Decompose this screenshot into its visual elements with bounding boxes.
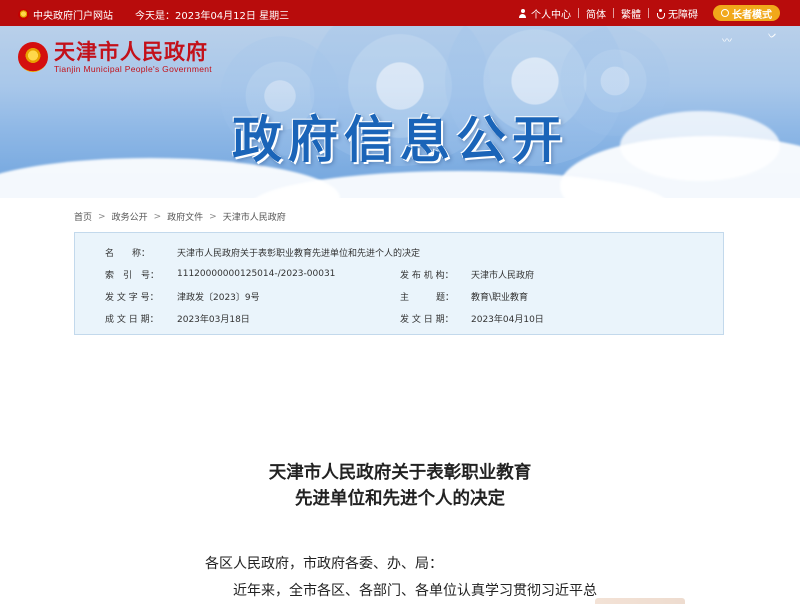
site-name: 天津市人民政府 Tianjin Municipal People's Gover… bbox=[54, 40, 212, 74]
article-title: 天津市人民政府关于表彰职业教育 先进单位和先进个人的决定 bbox=[0, 460, 800, 512]
article-paragraph: 近年来，全市各区、各部门、各单位认真学习贯彻习近平总 bbox=[233, 583, 597, 599]
banner-title: 政府信息公开 bbox=[232, 111, 568, 169]
traditional-link[interactable]: 繁體 bbox=[614, 6, 648, 21]
site-name-cn: 天津市人民政府 bbox=[54, 40, 208, 64]
article-salutation: 各区人民政府，市政府各委、办、局： bbox=[205, 556, 443, 572]
topic-value: 教育\职业教育 bbox=[471, 292, 529, 303]
breadcrumb-tianjin-gov[interactable]: 天津市人民政府 bbox=[223, 210, 286, 223]
breadcrumb: 首页 > 政务公开 > 政府文件 > 天津市人民政府 bbox=[74, 210, 286, 224]
info-row-dates: 成 文 日 期： 2023年03月18日 发 文 日 期： 2023年04月10… bbox=[75, 311, 723, 325]
current-date: 今天是：2023年04月12日 星期三 bbox=[135, 11, 290, 22]
top-bar-left: 中央政府门户网站 今天是：2023年04月12日 星期三 bbox=[18, 7, 289, 22]
central-portal-link[interactable]: 中央政府门户网站 bbox=[33, 7, 113, 22]
index-value: 11120000000125014-/2023-00031 bbox=[177, 269, 336, 279]
elder-mode-label: 长者模式 bbox=[732, 9, 772, 21]
breadcrumb-separator: > bbox=[209, 211, 217, 222]
created-date-value: 2023年03月18日 bbox=[177, 314, 250, 325]
site-logo[interactable]: 天津市人民政府 Tianjin Municipal People's Gover… bbox=[18, 40, 212, 74]
name-value: 天津市人民政府关于表彰职业教育先进单位和先进个人的决定 bbox=[177, 248, 421, 259]
simplified-link[interactable]: 简体 bbox=[579, 6, 613, 21]
bird-icon: ᨆ bbox=[768, 30, 778, 41]
docno-value: 津政发〔2023〕9号 bbox=[177, 292, 260, 303]
national-emblem-icon bbox=[18, 9, 29, 20]
personal-center-label: 个人中心 bbox=[531, 9, 571, 21]
accessibility-icon bbox=[656, 8, 665, 19]
bird-icon: 〰 bbox=[722, 36, 732, 47]
personal-center-link[interactable]: 个人中心 bbox=[511, 6, 578, 21]
national-emblem-icon bbox=[18, 42, 48, 72]
article-title-line2: 先进单位和先进个人的决定 bbox=[295, 489, 505, 509]
user-icon bbox=[518, 8, 527, 18]
breadcrumb-separator: > bbox=[153, 211, 162, 222]
header-banner: 〰 ᨆ 天津市人民政府 Tianjin Municipal People's G… bbox=[0, 26, 800, 198]
accessibility-label: 无障碍 bbox=[668, 9, 698, 21]
document-info-box: 名 称： 天津市人民政府关于表彰职业教育先进单位和先进个人的决定 索 引 号： … bbox=[74, 232, 724, 335]
breadcrumb-gov-documents[interactable]: 政府文件 bbox=[167, 210, 203, 223]
info-row-docno: 发 文 字 号： 津政发〔2023〕9号 主 题： 教育\职业教育 bbox=[75, 289, 723, 303]
article-title-line1: 天津市人民政府关于表彰职业教育 bbox=[268, 463, 532, 483]
breadcrumb-gov-affairs[interactable]: 政务公开 bbox=[112, 210, 148, 223]
published-date-value: 2023年04月10日 bbox=[471, 314, 544, 325]
elder-mode-button[interactable]: 长者模式 bbox=[713, 5, 780, 21]
info-row-name: 名 称： 天津市人民政府关于表彰职业教育先进单位和先进个人的决定 bbox=[75, 245, 723, 259]
top-bar-right: 个人中心 简体 繁體 无障碍 长者模式 bbox=[511, 5, 780, 21]
docno-label: 发 文 字 号： bbox=[105, 292, 159, 303]
created-date-label: 成 文 日 期： bbox=[105, 314, 159, 325]
issuer-label: 发 布 机 构： bbox=[400, 270, 454, 281]
accessibility-link[interactable]: 无障碍 bbox=[649, 6, 705, 21]
breadcrumb-separator: > bbox=[98, 211, 106, 222]
issuer-value: 天津市人民政府 bbox=[471, 270, 535, 281]
floating-widget-edge[interactable] bbox=[595, 598, 685, 604]
breadcrumb-home[interactable]: 首页 bbox=[74, 210, 92, 223]
name-label: 名 称： bbox=[105, 248, 151, 259]
site-name-en: Tianjin Municipal People's Government bbox=[54, 64, 212, 74]
top-bar: 中央政府门户网站 今天是：2023年04月12日 星期三 个人中心 简体 繁體 … bbox=[0, 0, 800, 26]
published-date-label: 发 文 日 期： bbox=[400, 314, 454, 325]
elder-mode-icon bbox=[721, 9, 729, 17]
info-row-index: 索 引 号： 11120000000125014-/2023-00031 发 布… bbox=[75, 267, 723, 281]
index-label: 索 引 号： bbox=[105, 270, 160, 281]
topic-label: 主 题： bbox=[400, 292, 455, 303]
